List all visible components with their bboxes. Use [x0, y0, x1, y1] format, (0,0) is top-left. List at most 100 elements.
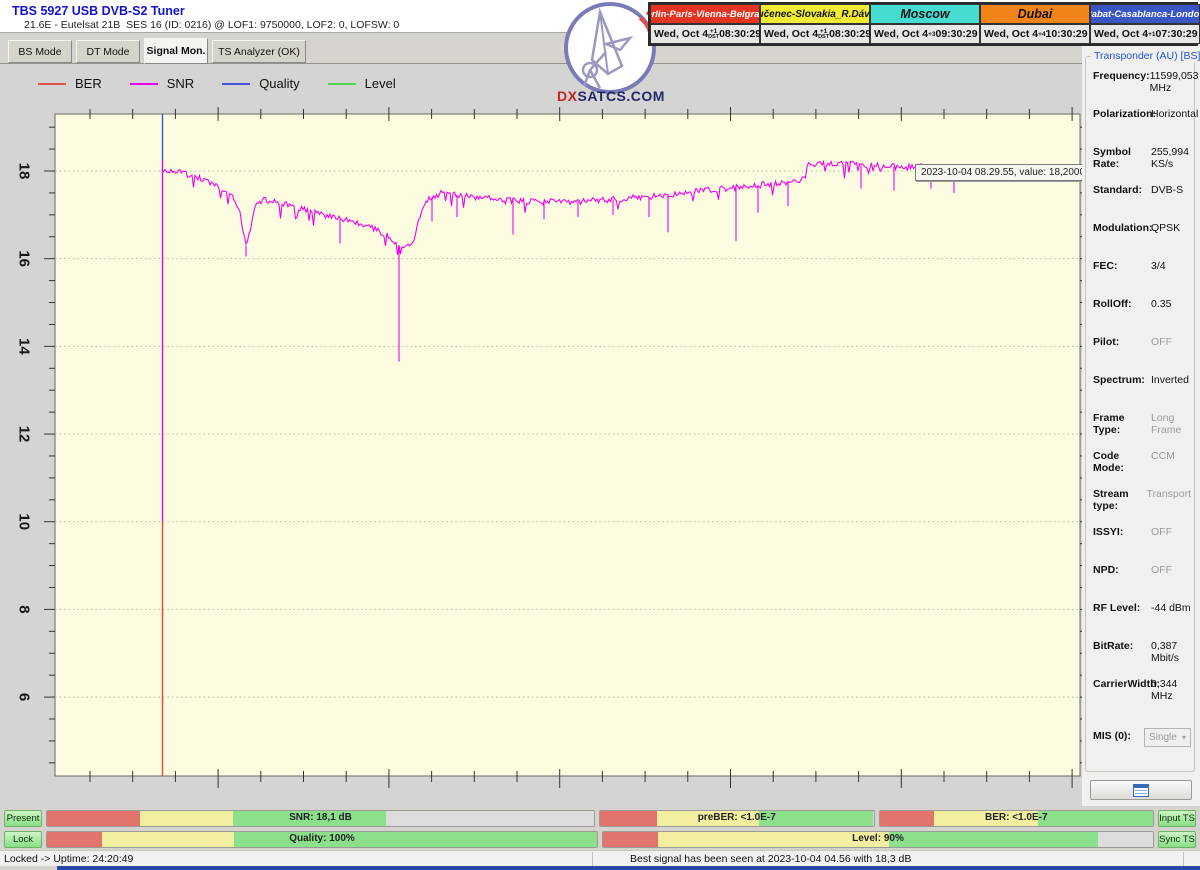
param-value: Long Frame: [1151, 413, 1191, 436]
clock-value: 08:30:29: [829, 28, 871, 40]
bar-label: SNR: 18,1 dB: [47, 812, 594, 823]
progress-bar-level: Level: 90%: [602, 831, 1154, 848]
param-row-standard: Standard:DVB-S: [1093, 185, 1191, 223]
clock-date: Wed, Oct 4: [984, 28, 1038, 40]
param-value: 0,344 MHz: [1151, 679, 1191, 702]
taskbar-edge: [57, 866, 1200, 870]
plot-area: [55, 114, 1080, 776]
logo-dx: DX: [557, 88, 577, 104]
param-value: DVB-S: [1151, 185, 1191, 197]
badge-input-ts: Input TS: [1158, 810, 1196, 827]
y-axis-label: 8: [16, 605, 33, 613]
chevron-down-icon: ▾: [1182, 733, 1186, 742]
param-label: Frame Type:: [1093, 413, 1151, 436]
app-title: TBS 5927 USB DVB-S2 Tuner: [12, 4, 185, 18]
param-value: CCM: [1151, 451, 1191, 463]
param-label: CarrierWidth:: [1093, 679, 1151, 691]
param-label: Modulation:: [1093, 223, 1151, 235]
param-label: Frequency:: [1093, 71, 1150, 83]
param-value: OFF: [1151, 337, 1191, 349]
groupbox-title: Transponder (AU) [BS]: [1091, 50, 1200, 62]
transponder-sidebar: Transponder (AU) [BS] Frequency:11599,05…: [1082, 44, 1200, 806]
clock-value: 09:30:29: [936, 28, 978, 40]
progress-bar-ber: BER: <1.0E-7: [879, 810, 1155, 827]
clock-value: 07:30:29: [1156, 28, 1198, 40]
param-row-pilot: Pilot:OFF: [1093, 337, 1191, 375]
param-label: Pilot:: [1093, 337, 1151, 349]
clock-time-lu-enec-slovakia-r-d-vid: Wed, Oct 4+1DST08:30:29: [760, 24, 870, 44]
clock-city-berlin-paris-vienna-belgrade: Berlin-Paris-Vienna-Belgrade: [650, 4, 760, 24]
clock-date: Wed, Oct 4: [1094, 28, 1148, 40]
param-label: Standard:: [1093, 185, 1151, 197]
dst-flag: DST: [818, 34, 829, 40]
param-value: 255,994 KS/s: [1151, 147, 1191, 170]
world-clocks: Berlin-Paris-Vienna-BelgradeLučenec-Slov…: [648, 2, 1198, 46]
param-label: RollOff:: [1093, 299, 1151, 311]
clock-value: 08:30:29: [719, 28, 761, 40]
dst-flag: DST: [708, 34, 719, 40]
param-label: BitRate:: [1093, 641, 1151, 653]
clock-offset: +1DST: [708, 28, 719, 41]
clock-time-berlin-paris-vienna-belgrade: Wed, Oct 4+1DST08:30:29: [650, 24, 760, 44]
clock-date: Wed, Oct 4: [764, 28, 818, 40]
status-separator: [592, 852, 593, 866]
tab-ts-analyzer-ok[interactable]: TS Analyzer (OK): [212, 40, 306, 63]
y-axis-label: 18: [16, 163, 33, 180]
tuner-subtitle: 21.6E - Eutelsat 21B SES 16 (ID: 0216) @…: [24, 19, 399, 31]
tab-bs-mode[interactable]: BS Mode: [8, 40, 72, 63]
badge-present: Present: [4, 810, 42, 827]
clock-offset: +4: [1038, 31, 1045, 38]
param-row-spectrum: Spectrum:Inverted: [1093, 375, 1191, 413]
param-value: 0.35: [1151, 299, 1191, 311]
clock-offset: +1DST: [818, 28, 829, 41]
clock-city-rabat-casablanca-london: Rabat-Casablanca-London: [1090, 4, 1200, 24]
y-axis-label: 14: [16, 338, 33, 355]
utc-offset: +3: [928, 31, 935, 38]
param-label: FEC:: [1093, 261, 1151, 273]
param-row-fec: FEC:3/4: [1093, 261, 1191, 299]
mis-dropdown[interactable]: Single ▾: [1144, 728, 1191, 747]
tab-dt-mode[interactable]: DT Mode: [76, 40, 140, 63]
param-value: 11599,053 MHz: [1150, 71, 1199, 94]
param-row-rolloff: RollOff:0.35: [1093, 299, 1191, 337]
param-row-rf-level: RF Level:-44 dBm: [1093, 603, 1191, 641]
param-value: OFF: [1151, 527, 1191, 539]
param-row-issyi: ISSYI:OFF: [1093, 527, 1191, 565]
param-label: Code Mode:: [1093, 451, 1151, 474]
y-axis-label: 6: [16, 693, 33, 701]
signal-monitor-panel: BERSNRQualityLevel 681012141618 2023-10-…: [0, 63, 1082, 806]
param-row-mis: MIS (0):Single▾: [1093, 717, 1191, 757]
param-row-stream-type: Stream type:Transport: [1093, 489, 1191, 527]
utc-offset: +4: [1038, 31, 1045, 38]
param-value: QPSK: [1151, 223, 1191, 235]
param-row-modulation: Modulation:QPSK: [1093, 223, 1191, 261]
param-value: Transport: [1146, 489, 1191, 501]
badge-lock: Lock: [4, 831, 42, 848]
param-row-frequency: Frequency:11599,053 MHz: [1093, 71, 1191, 109]
param-row-frame-type: Frame Type:Long Frame: [1093, 413, 1191, 451]
status-bar: Locked -> Uptime: 24:20:49 Best signal h…: [0, 850, 1200, 866]
clock-city-lu-enec-slovakia-r-d-vid: Lučenec-Slovakia_R.Dávid: [760, 4, 870, 24]
clock-city-dubai: Dubai: [980, 4, 1090, 24]
progress-bar-quality: Quality: 100%: [46, 831, 598, 848]
progress-bar-preber: preBER: <1.0E-7: [599, 810, 875, 827]
signal-bar-row-1: LockQuality: 100%Level: 90%Sync TS: [4, 831, 1196, 848]
param-label: Stream type:: [1093, 489, 1146, 512]
list-icon: [1133, 784, 1149, 797]
stream-list-button[interactable]: [1090, 780, 1192, 800]
param-label: Spectrum:: [1093, 375, 1151, 387]
y-axis-label: 10: [16, 513, 33, 530]
tab-signal-mon[interactable]: Signal Mon.: [144, 38, 208, 64]
param-label: ISSYI:: [1093, 527, 1151, 539]
y-axis-label: 16: [16, 250, 33, 267]
utc-offset: +1: [1148, 31, 1155, 38]
clock-value: 10:30:29: [1046, 28, 1088, 40]
bar-label: preBER: <1.0E-7: [600, 812, 874, 823]
param-value: Inverted: [1151, 375, 1191, 387]
param-label: Symbol Rate:: [1093, 147, 1151, 170]
clock-time-moscow: Wed, Oct 4+309:30:29: [870, 24, 980, 44]
mis-value: Single: [1149, 732, 1177, 743]
param-value: 0,387 Mbit/s: [1151, 641, 1191, 664]
signal-bars-panel: Present SNR: 18,1 dB preBER: <1.0E-7 BER: <…: [0, 806, 1200, 850]
clock-offset: +1: [1148, 31, 1155, 38]
